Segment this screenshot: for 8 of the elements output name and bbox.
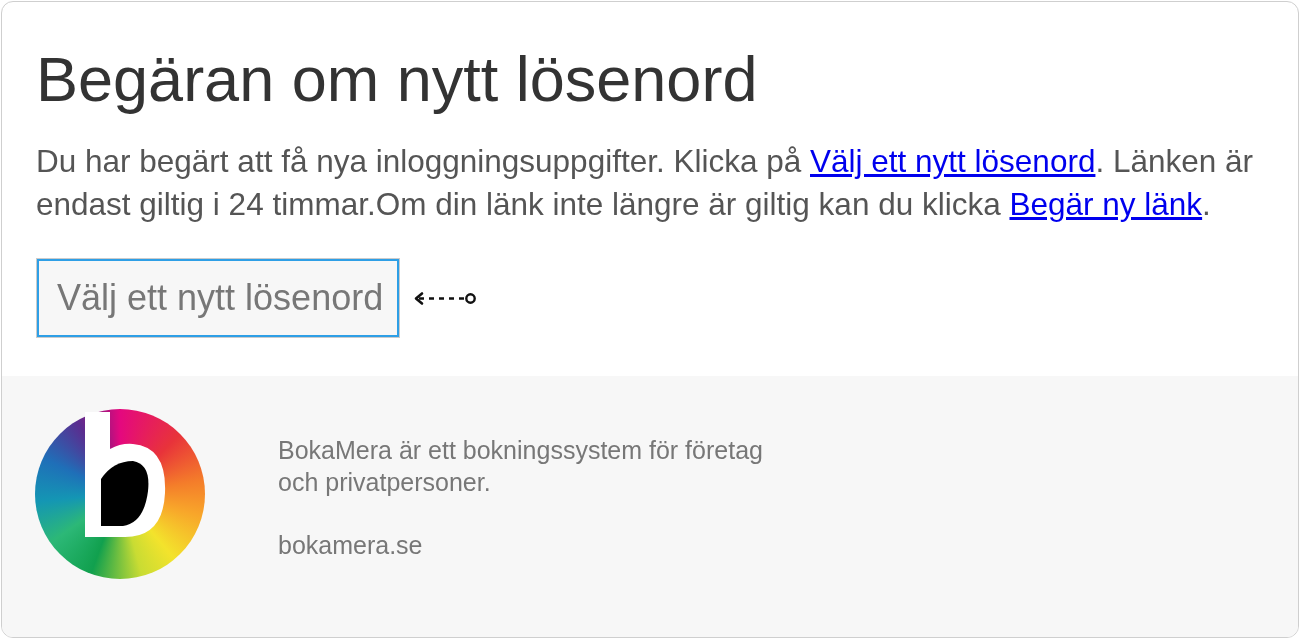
dashed-arrow-icon (413, 290, 477, 306)
page-title: Begäran om nytt lösenord (36, 43, 759, 115)
website-text: bokamera.se (278, 530, 424, 561)
intro-text: Du har begärt att få nya inloggningsuppgifter. Klicka på Välj ett nytt lösenord. Länken är endast giltig i 24 timmar.Om din länk inte längre är giltig kan du klicka Begär ny länk. (36, 142, 1255, 224)
text-link[interactable]: Begär ny länk (1009, 186, 1203, 222)
password-input-field[interactable]: Välj ett nytt lösenord (36, 258, 400, 338)
footer-description: BokaMera är ett bokningssystem för företag och privatpersoner. (278, 435, 764, 498)
text-link[interactable]: Välj ett nytt lösenord (810, 143, 1096, 179)
